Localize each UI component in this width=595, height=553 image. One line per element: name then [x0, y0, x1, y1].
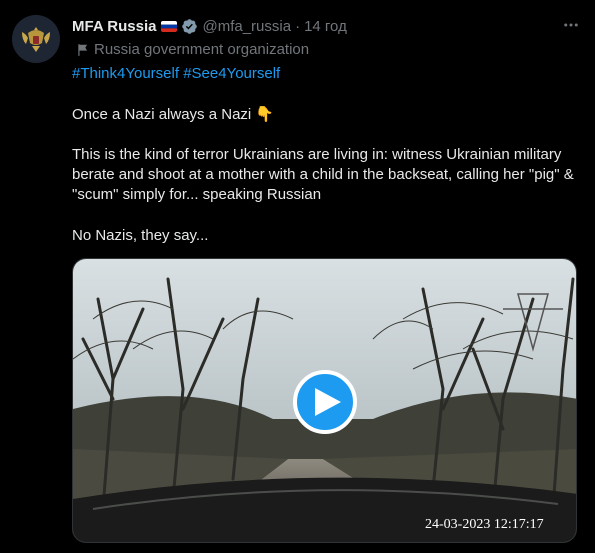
- hashtag-see4yourself[interactable]: #See4Yourself: [183, 65, 280, 82]
- video-timestamp: 24-03-2023 12:17:17: [425, 517, 544, 532]
- tweet-text-line2: This is the kind of terror Ukrainians ar…: [72, 146, 574, 203]
- flag-label-icon: [78, 43, 88, 56]
- hashtags: #Think4Yourself #See4Yourself: [72, 65, 280, 82]
- separator: ·: [295, 17, 301, 35]
- play-button[interactable]: [293, 370, 357, 434]
- play-icon: [314, 388, 341, 416]
- author-name[interactable]: MFA Russia: [72, 18, 156, 35]
- verified-badge-icon[interactable]: [181, 18, 198, 35]
- tweet-text-line1: Once a Nazi always a Nazi 👇: [72, 106, 275, 123]
- avatar[interactable]: [12, 15, 60, 63]
- tweet[interactable]: MFA Russia @mfa_russia · 14 год Russia g…: [0, 0, 595, 553]
- author-handle[interactable]: @mfa_russia: [202, 18, 291, 35]
- tweet-text-line3: No Nazis, they say...: [72, 227, 209, 244]
- russia-flag-icon: [161, 20, 178, 32]
- affiliation-text: Russia government organization: [94, 41, 310, 58]
- tweet-time[interactable]: 14 год: [304, 18, 347, 35]
- video-player[interactable]: 24-03-2023 12:17:17: [72, 258, 577, 543]
- tweet-header: MFA Russia @mfa_russia · 14 год: [72, 16, 347, 36]
- affiliation-label[interactable]: Russia government organization: [76, 41, 309, 58]
- hashtag-think4yourself[interactable]: #Think4Yourself: [72, 65, 179, 82]
- more-options-icon[interactable]: [560, 14, 582, 36]
